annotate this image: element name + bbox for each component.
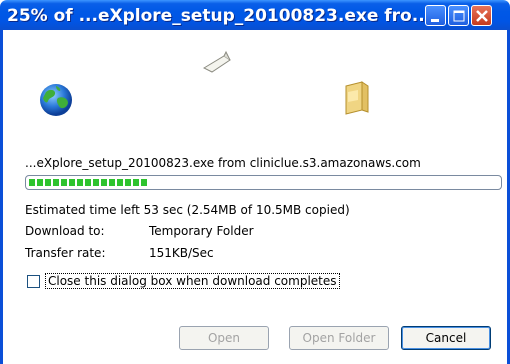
- title-bar[interactable]: 25% of ...eXplore_setup_20100823.exe fro…: [0, 0, 510, 30]
- close-when-done-option[interactable]: Close this dialog box when download comp…: [27, 273, 340, 289]
- time-left-label: Estimated time left: [25, 203, 140, 217]
- download-progress-bar: [25, 175, 502, 190]
- close-icon: [476, 10, 488, 22]
- maximize-icon: [453, 10, 465, 22]
- progress-fill: [29, 179, 147, 186]
- minimize-icon: [431, 19, 439, 22]
- globe-icon: [40, 84, 72, 116]
- minimize-button[interactable]: [425, 5, 446, 26]
- window-frame-left: [0, 30, 3, 364]
- close-when-done-checkbox[interactable]: [27, 274, 40, 288]
- close-button[interactable]: [471, 5, 492, 26]
- transfer-rate-label: Transfer rate:: [25, 246, 106, 260]
- window-title: 25% of ...eXplore_setup_20100823.exe fro…: [7, 6, 432, 26]
- time-left-row: Estimated time left 53 sec (2.54MB of 10…: [25, 203, 350, 217]
- time-left-value: 53 sec (2.54MB of 10.5MB copied): [143, 203, 350, 217]
- open-folder-button[interactable]: Open Folder: [289, 326, 389, 350]
- folder-icon: [345, 81, 369, 115]
- download-to-row: Download to: Temporary Folder: [25, 224, 254, 238]
- close-when-done-label[interactable]: Close this dialog box when download comp…: [45, 273, 340, 289]
- maximize-button[interactable]: [448, 5, 469, 26]
- download-to-value: Temporary Folder: [149, 224, 254, 238]
- cancel-button[interactable]: Cancel: [401, 326, 491, 350]
- download-to-label: Download to:: [25, 224, 105, 238]
- flying-paper-icon: [202, 50, 231, 73]
- download-dialog: 25% of ...eXplore_setup_20100823.exe fro…: [0, 0, 510, 364]
- download-source: ...eXplore_setup_20100823.exe from clini…: [25, 156, 421, 170]
- transfer-rate-row: Transfer rate: 151KB/Sec: [25, 246, 214, 260]
- open-button[interactable]: Open: [179, 326, 269, 350]
- transfer-rate-value: 151KB/Sec: [149, 246, 214, 260]
